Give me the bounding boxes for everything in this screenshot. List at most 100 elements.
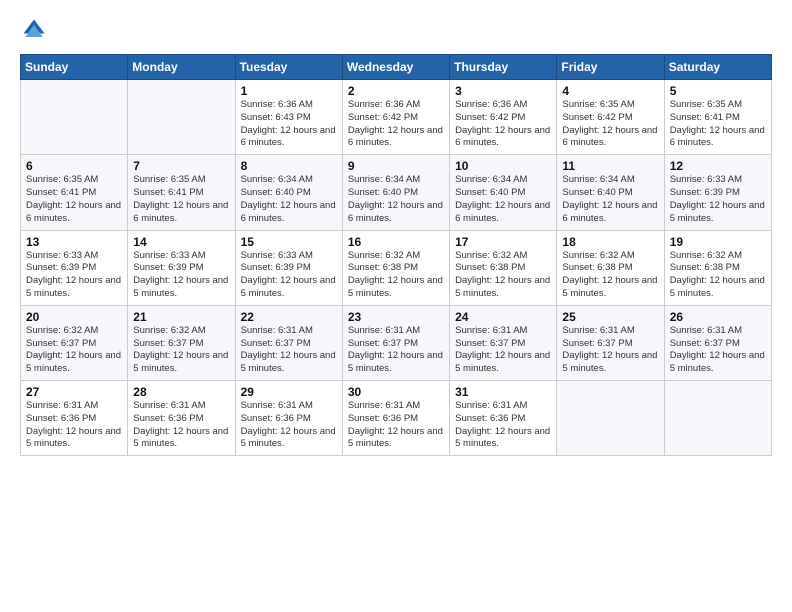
- weekday-header-monday: Monday: [128, 55, 235, 80]
- day-detail: Sunrise: 6:33 AM Sunset: 6:39 PM Dayligh…: [241, 250, 338, 301]
- day-detail: Sunrise: 6:32 AM Sunset: 6:38 PM Dayligh…: [562, 250, 659, 301]
- calendar-cell: 31Sunrise: 6:31 AM Sunset: 6:36 PM Dayli…: [450, 381, 557, 456]
- day-detail: Sunrise: 6:35 AM Sunset: 6:42 PM Dayligh…: [562, 99, 659, 150]
- page: SundayMondayTuesdayWednesdayThursdayFrid…: [0, 0, 792, 612]
- calendar-cell: 23Sunrise: 6:31 AM Sunset: 6:37 PM Dayli…: [342, 305, 449, 380]
- day-number: 22: [241, 310, 338, 324]
- day-number: 14: [133, 235, 230, 249]
- day-detail: Sunrise: 6:33 AM Sunset: 6:39 PM Dayligh…: [26, 250, 123, 301]
- calendar-cell: 27Sunrise: 6:31 AM Sunset: 6:36 PM Dayli…: [21, 381, 128, 456]
- calendar-cell: 21Sunrise: 6:32 AM Sunset: 6:37 PM Dayli…: [128, 305, 235, 380]
- logo: [20, 16, 52, 44]
- calendar-cell: 5Sunrise: 6:35 AM Sunset: 6:41 PM Daylig…: [664, 80, 771, 155]
- day-detail: Sunrise: 6:36 AM Sunset: 6:43 PM Dayligh…: [241, 99, 338, 150]
- header: [20, 16, 772, 44]
- calendar-cell: 2Sunrise: 6:36 AM Sunset: 6:42 PM Daylig…: [342, 80, 449, 155]
- calendar-cell: 24Sunrise: 6:31 AM Sunset: 6:37 PM Dayli…: [450, 305, 557, 380]
- day-number: 2: [348, 84, 445, 98]
- calendar-cell: 10Sunrise: 6:34 AM Sunset: 6:40 PM Dayli…: [450, 155, 557, 230]
- calendar-cell: 22Sunrise: 6:31 AM Sunset: 6:37 PM Dayli…: [235, 305, 342, 380]
- week-row-2: 6Sunrise: 6:35 AM Sunset: 6:41 PM Daylig…: [21, 155, 772, 230]
- day-number: 27: [26, 385, 123, 399]
- calendar-table: SundayMondayTuesdayWednesdayThursdayFrid…: [20, 54, 772, 456]
- calendar-cell: 15Sunrise: 6:33 AM Sunset: 6:39 PM Dayli…: [235, 230, 342, 305]
- day-number: 7: [133, 159, 230, 173]
- calendar-cell: 18Sunrise: 6:32 AM Sunset: 6:38 PM Dayli…: [557, 230, 664, 305]
- day-number: 10: [455, 159, 552, 173]
- day-detail: Sunrise: 6:32 AM Sunset: 6:38 PM Dayligh…: [670, 250, 767, 301]
- day-number: 4: [562, 84, 659, 98]
- day-detail: Sunrise: 6:36 AM Sunset: 6:42 PM Dayligh…: [348, 99, 445, 150]
- calendar-cell: 6Sunrise: 6:35 AM Sunset: 6:41 PM Daylig…: [21, 155, 128, 230]
- day-number: 13: [26, 235, 123, 249]
- day-number: 21: [133, 310, 230, 324]
- day-detail: Sunrise: 6:34 AM Sunset: 6:40 PM Dayligh…: [455, 174, 552, 225]
- day-detail: Sunrise: 6:36 AM Sunset: 6:42 PM Dayligh…: [455, 99, 552, 150]
- weekday-header-row: SundayMondayTuesdayWednesdayThursdayFrid…: [21, 55, 772, 80]
- day-number: 24: [455, 310, 552, 324]
- day-number: 30: [348, 385, 445, 399]
- day-number: 5: [670, 84, 767, 98]
- calendar-cell: [557, 381, 664, 456]
- calendar-cell: [664, 381, 771, 456]
- day-detail: Sunrise: 6:32 AM Sunset: 6:37 PM Dayligh…: [133, 325, 230, 376]
- logo-icon: [20, 16, 48, 44]
- calendar-cell: 20Sunrise: 6:32 AM Sunset: 6:37 PM Dayli…: [21, 305, 128, 380]
- weekday-header-saturday: Saturday: [664, 55, 771, 80]
- calendar-cell: 12Sunrise: 6:33 AM Sunset: 6:39 PM Dayli…: [664, 155, 771, 230]
- calendar-cell: 30Sunrise: 6:31 AM Sunset: 6:36 PM Dayli…: [342, 381, 449, 456]
- weekday-header-friday: Friday: [557, 55, 664, 80]
- day-number: 3: [455, 84, 552, 98]
- calendar-cell: 26Sunrise: 6:31 AM Sunset: 6:37 PM Dayli…: [664, 305, 771, 380]
- day-number: 17: [455, 235, 552, 249]
- day-detail: Sunrise: 6:31 AM Sunset: 6:37 PM Dayligh…: [241, 325, 338, 376]
- day-number: 18: [562, 235, 659, 249]
- calendar-cell: 8Sunrise: 6:34 AM Sunset: 6:40 PM Daylig…: [235, 155, 342, 230]
- weekday-header-tuesday: Tuesday: [235, 55, 342, 80]
- calendar-cell: [128, 80, 235, 155]
- calendar-cell: 13Sunrise: 6:33 AM Sunset: 6:39 PM Dayli…: [21, 230, 128, 305]
- day-number: 15: [241, 235, 338, 249]
- calendar-cell: 28Sunrise: 6:31 AM Sunset: 6:36 PM Dayli…: [128, 381, 235, 456]
- day-detail: Sunrise: 6:32 AM Sunset: 6:38 PM Dayligh…: [348, 250, 445, 301]
- day-number: 12: [670, 159, 767, 173]
- day-detail: Sunrise: 6:31 AM Sunset: 6:37 PM Dayligh…: [670, 325, 767, 376]
- day-detail: Sunrise: 6:31 AM Sunset: 6:36 PM Dayligh…: [26, 400, 123, 451]
- day-detail: Sunrise: 6:31 AM Sunset: 6:36 PM Dayligh…: [241, 400, 338, 451]
- week-row-3: 13Sunrise: 6:33 AM Sunset: 6:39 PM Dayli…: [21, 230, 772, 305]
- day-detail: Sunrise: 6:35 AM Sunset: 6:41 PM Dayligh…: [26, 174, 123, 225]
- day-number: 26: [670, 310, 767, 324]
- day-number: 28: [133, 385, 230, 399]
- day-detail: Sunrise: 6:31 AM Sunset: 6:37 PM Dayligh…: [348, 325, 445, 376]
- day-number: 8: [241, 159, 338, 173]
- day-number: 29: [241, 385, 338, 399]
- day-detail: Sunrise: 6:31 AM Sunset: 6:36 PM Dayligh…: [133, 400, 230, 451]
- day-detail: Sunrise: 6:34 AM Sunset: 6:40 PM Dayligh…: [562, 174, 659, 225]
- weekday-header-wednesday: Wednesday: [342, 55, 449, 80]
- day-detail: Sunrise: 6:33 AM Sunset: 6:39 PM Dayligh…: [133, 250, 230, 301]
- day-detail: Sunrise: 6:34 AM Sunset: 6:40 PM Dayligh…: [241, 174, 338, 225]
- calendar-cell: 1Sunrise: 6:36 AM Sunset: 6:43 PM Daylig…: [235, 80, 342, 155]
- day-detail: Sunrise: 6:31 AM Sunset: 6:36 PM Dayligh…: [348, 400, 445, 451]
- day-number: 6: [26, 159, 123, 173]
- day-number: 23: [348, 310, 445, 324]
- day-number: 11: [562, 159, 659, 173]
- day-number: 20: [26, 310, 123, 324]
- calendar-cell: 25Sunrise: 6:31 AM Sunset: 6:37 PM Dayli…: [557, 305, 664, 380]
- day-number: 1: [241, 84, 338, 98]
- day-detail: Sunrise: 6:31 AM Sunset: 6:37 PM Dayligh…: [455, 325, 552, 376]
- day-number: 25: [562, 310, 659, 324]
- calendar-cell: 7Sunrise: 6:35 AM Sunset: 6:41 PM Daylig…: [128, 155, 235, 230]
- day-number: 16: [348, 235, 445, 249]
- day-number: 31: [455, 385, 552, 399]
- calendar-cell: 11Sunrise: 6:34 AM Sunset: 6:40 PM Dayli…: [557, 155, 664, 230]
- calendar-cell: 9Sunrise: 6:34 AM Sunset: 6:40 PM Daylig…: [342, 155, 449, 230]
- day-detail: Sunrise: 6:32 AM Sunset: 6:37 PM Dayligh…: [26, 325, 123, 376]
- calendar-cell: [21, 80, 128, 155]
- calendar-cell: 16Sunrise: 6:32 AM Sunset: 6:38 PM Dayli…: [342, 230, 449, 305]
- calendar-cell: 19Sunrise: 6:32 AM Sunset: 6:38 PM Dayli…: [664, 230, 771, 305]
- calendar-cell: 4Sunrise: 6:35 AM Sunset: 6:42 PM Daylig…: [557, 80, 664, 155]
- calendar-cell: 3Sunrise: 6:36 AM Sunset: 6:42 PM Daylig…: [450, 80, 557, 155]
- day-number: 19: [670, 235, 767, 249]
- day-detail: Sunrise: 6:34 AM Sunset: 6:40 PM Dayligh…: [348, 174, 445, 225]
